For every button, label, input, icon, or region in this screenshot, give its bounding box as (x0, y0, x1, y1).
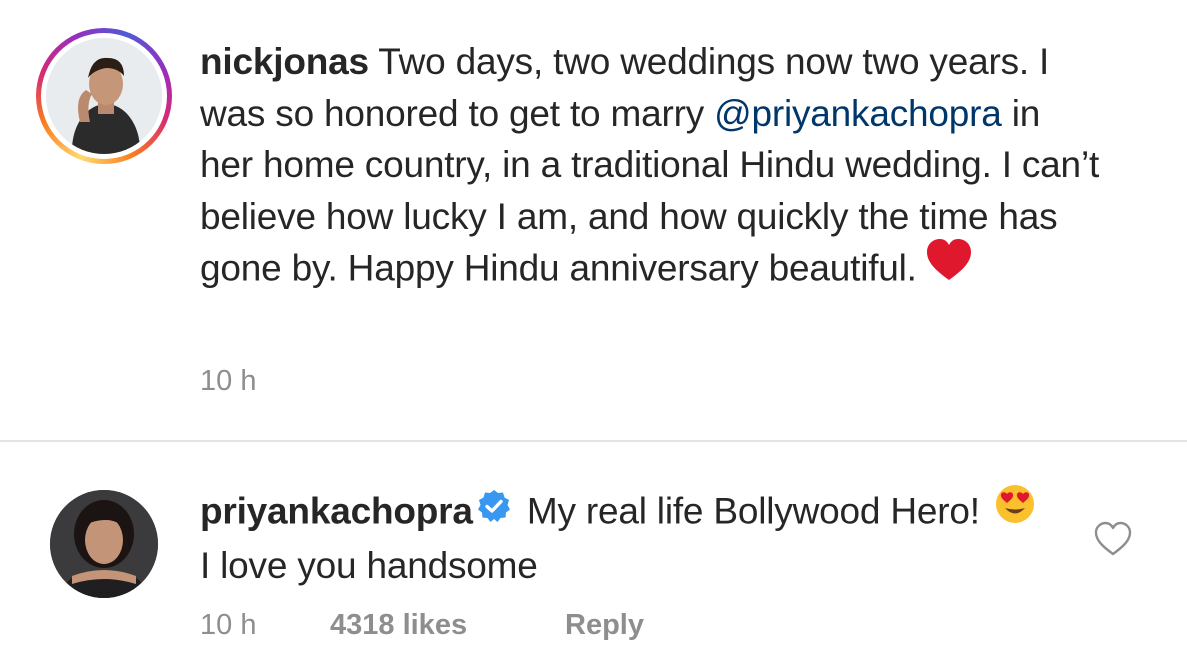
mention-link[interactable]: @priyankachopra (714, 93, 1002, 134)
post-text: nickjonas Two days, two weddings now two… (200, 36, 1100, 300)
post-username[interactable]: nickjonas (200, 41, 369, 82)
post-timestamp[interactable]: 10 h (200, 365, 256, 398)
like-heart-icon[interactable] (1094, 521, 1132, 557)
divider (0, 440, 1187, 442)
verified-badge-icon (477, 486, 511, 536)
reply-text-part: I love you handsome (200, 545, 538, 586)
red-heart-icon (925, 238, 973, 296)
reply-meta: 10 h 4318 likes Reply (200, 609, 644, 642)
reply-avatar[interactable] (50, 490, 158, 598)
reply-username[interactable]: priyankachopra (200, 490, 473, 531)
story-ring[interactable] (36, 28, 172, 164)
reply-timestamp[interactable]: 10 h (200, 609, 330, 642)
reply-text-part: My real life Bollywood Hero! (516, 490, 990, 532)
avatar-border (41, 33, 167, 159)
reply-button[interactable]: Reply (565, 609, 644, 642)
avatar[interactable] (46, 38, 162, 154)
person-avatar-icon (46, 38, 162, 154)
post-caption: nickjonas Two days, two weddings now two… (0, 0, 1187, 440)
likes-count[interactable]: 4318 likes (330, 609, 565, 642)
person-avatar-icon (50, 490, 158, 598)
reply-text: priyankachopra My real life Bollywood He… (200, 483, 1060, 591)
heart-eyes-emoji-icon (994, 483, 1036, 538)
